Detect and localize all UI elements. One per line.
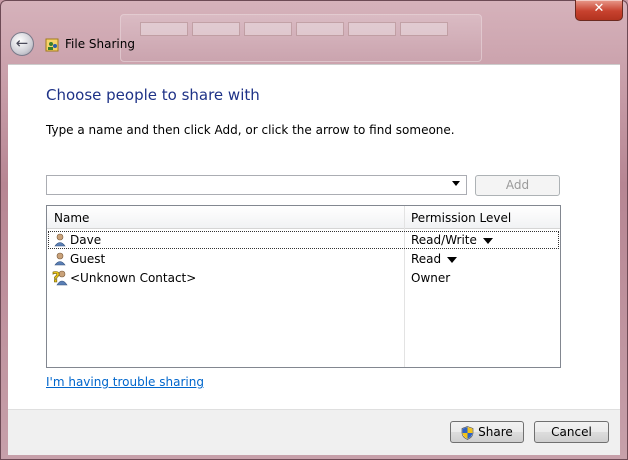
permission-value: Read xyxy=(411,252,442,266)
svg-text:?: ? xyxy=(52,270,60,286)
name-input[interactable] xyxy=(46,175,467,195)
page-title: Choose people to share with xyxy=(46,86,260,104)
window-title: File Sharing xyxy=(65,37,135,51)
list-item-name: <Unknown Contact> xyxy=(70,271,197,285)
back-button[interactable]: ← xyxy=(10,32,34,56)
permission-value: Owner xyxy=(411,271,451,285)
dropdown-arrow-icon[interactable] xyxy=(447,256,458,263)
dropdown-arrow-icon[interactable] xyxy=(482,237,493,244)
file-sharing-icon xyxy=(45,38,59,52)
column-header-name[interactable]: Name xyxy=(54,211,89,225)
user-icon xyxy=(54,252,66,266)
column-header-permission[interactable]: Permission Level xyxy=(411,211,511,225)
close-icon: ✕ xyxy=(593,1,605,16)
unknown-contact-icon: ? xyxy=(52,270,68,286)
close-button[interactable]: ✕ xyxy=(575,0,623,21)
permission-value: Read/Write xyxy=(411,233,477,247)
uac-shield-icon xyxy=(461,425,474,440)
list-item[interactable] xyxy=(48,250,559,268)
permission-dropdown[interactable]: Read/Write xyxy=(411,233,493,247)
user-icon xyxy=(54,233,66,247)
back-arrow-icon: ← xyxy=(15,34,29,52)
background-window-tabs xyxy=(140,22,448,36)
share-button[interactable]: Share xyxy=(450,421,524,443)
chevron-down-icon[interactable] xyxy=(452,181,460,186)
instruction-text: Type a name and then click Add, or click… xyxy=(46,123,455,137)
list-item-name: Dave xyxy=(70,233,102,247)
cancel-button[interactable]: Cancel xyxy=(534,421,609,443)
share-label: Share xyxy=(478,425,513,439)
list-item-name: Guest xyxy=(70,252,106,266)
permission-dropdown[interactable]: Read xyxy=(411,252,458,266)
trouble-sharing-link[interactable]: I'm having trouble sharing xyxy=(46,375,204,389)
add-button[interactable]: Add xyxy=(475,175,560,196)
dialog-footer xyxy=(8,409,620,455)
